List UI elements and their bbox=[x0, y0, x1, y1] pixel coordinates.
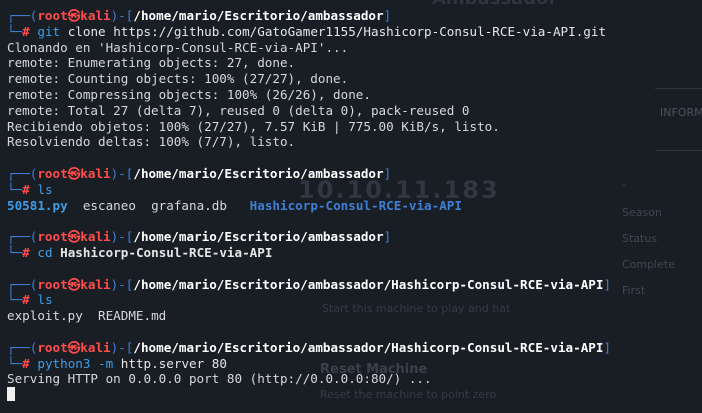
file-entry: escaneo bbox=[82, 197, 136, 213]
prompt-skull-icon: ㉿ bbox=[67, 276, 81, 292]
file-entry: README.md bbox=[98, 308, 167, 324]
output-line: remote: Enumerating objects: 27, done. bbox=[7, 55, 702, 71]
output-text: Recibiendo objetos: 100% (27/27), 7.57 K… bbox=[7, 118, 500, 134]
prompt-frame: )-[ bbox=[110, 276, 134, 292]
prompt-user: root bbox=[37, 165, 68, 181]
ls-output: 50581.py escaneo grafana.db Hashicorp-Co… bbox=[7, 198, 702, 214]
command-line: └─# ls bbox=[7, 182, 702, 198]
output-line: Clonando en 'Hashicorp-Consul-RCE-via-AP… bbox=[7, 40, 702, 56]
prompt-frame: └─ bbox=[7, 292, 23, 308]
prompt-user: root bbox=[37, 229, 68, 245]
output-text: remote: Enumerating objects: 27, done. bbox=[7, 55, 296, 71]
prompt-host: kali bbox=[80, 229, 111, 245]
command-flag: -m bbox=[98, 355, 114, 371]
prompt-frame: )-[ bbox=[110, 229, 134, 245]
output-text: remote: Total 27 (delta 7), reused 0 (de… bbox=[7, 102, 470, 118]
prompt-frame: ┌──( bbox=[7, 8, 38, 23]
prompt-host: kali bbox=[80, 276, 111, 292]
terminal-window[interactable]: ┌──(root㉿kali)-[/home/mario/Escritorio/a… bbox=[0, 0, 702, 413]
prompt-frame: )-[ bbox=[110, 8, 134, 23]
directory-entry: Hashicorp-Consul-RCE-via-API bbox=[249, 197, 462, 213]
command-name: git bbox=[37, 23, 61, 39]
command-name: python3 bbox=[37, 355, 91, 371]
prompt-host: kali bbox=[80, 8, 111, 23]
prompt-frame: )-[ bbox=[110, 165, 134, 181]
prompt-hash: # bbox=[22, 23, 30, 39]
prompt-frame: )-[ bbox=[110, 339, 134, 355]
prompt-hash: # bbox=[22, 355, 30, 371]
output-text: remote: Compressing objects: 100% (26/26… bbox=[7, 86, 371, 102]
file-entry: grafana.db bbox=[151, 197, 227, 213]
prompt-skull-icon: ㉿ bbox=[67, 229, 81, 245]
command-name: ls bbox=[37, 292, 53, 308]
command-name: cd bbox=[37, 244, 53, 260]
prompt-cwd: /home/mario/Escritorio/ambassador/Hashic… bbox=[133, 339, 604, 355]
prompt-frame: ] bbox=[383, 165, 392, 181]
output-line: remote: Total 27 (delta 7), reused 0 (de… bbox=[7, 103, 702, 119]
prompt-skull-icon: ㉿ bbox=[67, 8, 81, 23]
prompt-cwd: /home/mario/Escritorio/ambassador bbox=[133, 229, 384, 245]
prompt-header: ┌──(root㉿kali)-[/home/mario/Escritorio/a… bbox=[7, 229, 702, 245]
prompt-frame: ┌──( bbox=[7, 165, 38, 181]
prompt-frame: └─ bbox=[7, 23, 23, 39]
prompt-frame: └─ bbox=[7, 244, 23, 260]
prompt-hash: # bbox=[22, 292, 30, 308]
prompt-header: ┌──(root㉿kali)-[/home/mario/Escritorio/a… bbox=[7, 166, 702, 182]
command-line: └─# git clone https://github.com/GatoGam… bbox=[7, 24, 702, 40]
prompt-header: ┌──(root㉿kali)-[/home/mario/Escritorio/a… bbox=[7, 277, 702, 293]
file-entry: exploit.py bbox=[7, 308, 83, 324]
prompt-header: ┌──(root㉿kali)-[/home/mario/Escritorio/a… bbox=[7, 8, 702, 24]
prompt-host: kali bbox=[80, 339, 111, 355]
output-text: remote: Counting objects: 100% (27/27), … bbox=[7, 71, 349, 87]
prompt-frame: └─ bbox=[7, 181, 23, 197]
file-entry: 50581.py bbox=[7, 197, 68, 213]
prompt-cwd: /home/mario/Escritorio/ambassador bbox=[133, 165, 384, 181]
output-text: Serving HTTP on 0.0.0.0 port 80 (http://… bbox=[7, 371, 432, 387]
output-line: remote: Compressing objects: 100% (26/26… bbox=[7, 87, 702, 103]
command-args: http.server 80 bbox=[120, 355, 227, 371]
cursor-line bbox=[7, 387, 702, 403]
command-line: └─# python3 -m http.server 80 bbox=[7, 356, 702, 372]
prompt-frame: ] bbox=[383, 8, 392, 23]
output-text: Resolviendo deltas: 100% (7/7), listo. bbox=[7, 134, 296, 150]
prompt-frame: └─ bbox=[7, 355, 23, 371]
prompt-user: root bbox=[37, 339, 68, 355]
prompt-frame: ┌──( bbox=[7, 276, 38, 292]
prompt-skull-icon: ㉿ bbox=[67, 165, 81, 181]
ls-output: exploit.py README.md bbox=[7, 308, 702, 324]
prompt-frame: ] bbox=[603, 339, 612, 355]
prompt-hash: # bbox=[22, 181, 30, 197]
command-args: clone https://github.com/GatoGamer1155/H… bbox=[67, 23, 607, 39]
prompt-cwd: /home/mario/Escritorio/ambassador bbox=[133, 8, 384, 23]
prompt-frame: ] bbox=[383, 229, 392, 245]
prompt-header: ┌──(root㉿kali)-[/home/mario/Escritorio/a… bbox=[7, 340, 702, 356]
output-text: Clonando en 'Hashicorp-Consul-RCE-via-AP… bbox=[7, 39, 349, 55]
prompt-cwd: /home/mario/Escritorio/ambassador/Hashic… bbox=[133, 276, 604, 292]
command-line: └─# cd Hashicorp-Consul-RCE-via-API bbox=[7, 245, 702, 261]
prompt-frame: ┌──( bbox=[7, 339, 38, 355]
command-name: ls bbox=[37, 181, 53, 197]
prompt-frame: ┌──( bbox=[7, 229, 38, 245]
command-line: └─# ls bbox=[7, 292, 702, 308]
command-args: Hashicorp-Consul-RCE-via-API bbox=[60, 244, 273, 260]
prompt-skull-icon: ㉿ bbox=[67, 339, 81, 355]
output-line: Serving HTTP on 0.0.0.0 port 80 (http://… bbox=[7, 371, 702, 387]
prompt-hash: # bbox=[22, 244, 30, 260]
prompt-host: kali bbox=[80, 165, 111, 181]
text-cursor bbox=[7, 387, 15, 402]
output-line: remote: Counting objects: 100% (27/27), … bbox=[7, 71, 702, 87]
prompt-frame: ] bbox=[603, 276, 612, 292]
prompt-user: root bbox=[37, 276, 68, 292]
output-line: Resolviendo deltas: 100% (7/7), listo. bbox=[7, 134, 702, 150]
prompt-user: root bbox=[37, 8, 68, 23]
output-line: Recibiendo objetos: 100% (27/27), 7.57 K… bbox=[7, 119, 702, 135]
